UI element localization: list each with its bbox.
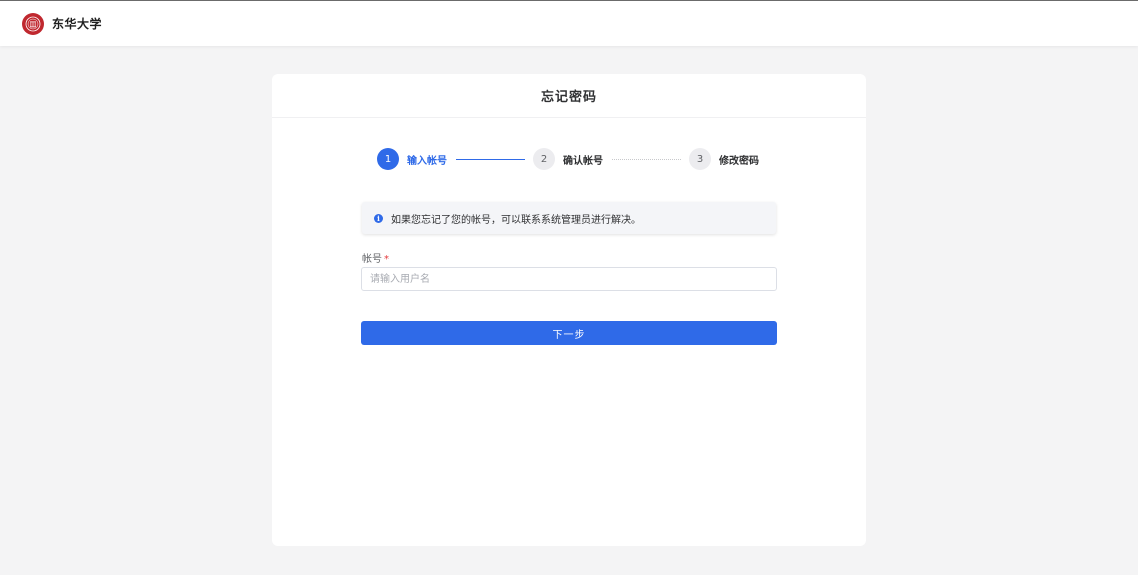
forgot-password-card: 忘记密码 1 输入帐号 2 确认帐号 3 修改密码 i 如果您忘记了您的帐号，可… <box>272 74 866 546</box>
top-header: 东华大学 <box>0 0 1138 46</box>
step-1-number: 1 <box>377 148 399 170</box>
required-mark: * <box>384 254 389 265</box>
step-1-label: 输入帐号 <box>407 155 447 167</box>
step-3-number: 3 <box>689 148 711 170</box>
step-3: 3 修改密码 <box>689 147 759 171</box>
brand-name[interactable]: 东华大学 <box>52 15 102 32</box>
account-label: 帐号 * <box>362 250 389 265</box>
step-2: 2 确认帐号 <box>533 147 603 171</box>
step-1: 1 输入帐号 <box>377 147 447 171</box>
step-connector-2 <box>612 159 681 160</box>
account-label-text: 帐号 <box>362 254 382 265</box>
info-text: 如果您忘记了您的帐号，可以联系系统管理员进行解决。 <box>391 214 641 226</box>
card-header: 忘记密码 <box>272 74 866 118</box>
step-2-label: 确认帐号 <box>563 155 603 167</box>
step-3-label: 修改密码 <box>719 155 759 167</box>
university-seal-icon[interactable] <box>22 12 44 35</box>
info-icon: i <box>374 213 383 223</box>
step-2-number: 2 <box>533 148 555 170</box>
step-progress: 1 输入帐号 2 确认帐号 3 修改密码 <box>377 147 767 171</box>
step-connector-1 <box>456 159 525 160</box>
info-alert: i 如果您忘记了您的帐号，可以联系系统管理员进行解决。 <box>362 202 776 234</box>
page-title: 忘记密码 <box>540 90 597 105</box>
account-input[interactable] <box>361 267 777 291</box>
next-step-button[interactable]: 下一步 <box>361 321 777 345</box>
